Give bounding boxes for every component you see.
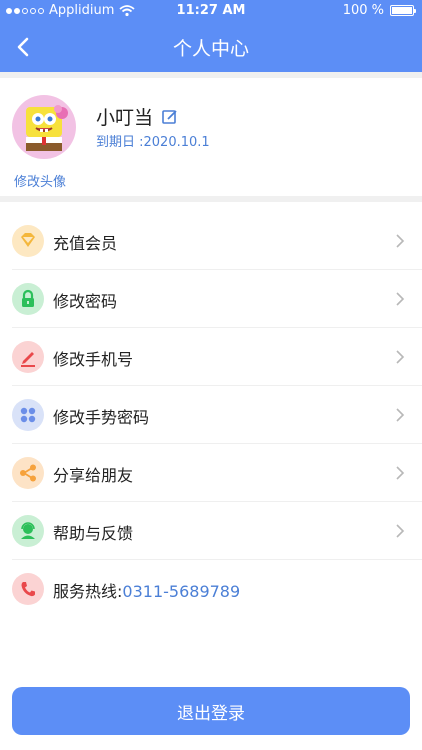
grid-dots-icon (12, 399, 44, 431)
section-divider (0, 196, 422, 202)
expire-date: 到期日 :2020.10.1 (96, 135, 210, 150)
nav-bar: 个人中心 (0, 22, 422, 72)
username: 小叮当 (96, 107, 154, 129)
hotline-number[interactable]: 0311-5689789 (122, 582, 240, 601)
menu-item-label: 分享给朋友 (53, 466, 134, 485)
phone-icon (12, 573, 44, 605)
hotline-label: 服务热线: (53, 582, 123, 601)
chevron-right-icon (396, 524, 405, 538)
avatar[interactable] (12, 95, 76, 159)
chevron-right-icon (396, 466, 405, 480)
menu-item-label: 帮助与反馈 (53, 524, 134, 543)
battery-group: 100 % (342, 3, 416, 18)
battery-icon (390, 5, 416, 16)
sponge-character-icon (26, 105, 68, 151)
settings-menu: 充值会员 修改密码 修改手机号 修改手势密码 分享给朋友 帮助与反馈 服务热线:… (0, 212, 422, 617)
username-row: 小叮当 (96, 103, 179, 130)
pen-icon (12, 341, 44, 373)
menu-item-recharge-vip[interactable]: 充值会员 (12, 212, 422, 270)
change-avatar-link[interactable]: 修改头像 (14, 171, 66, 190)
chevron-right-icon (396, 408, 405, 422)
page-title: 个人中心 (172, 38, 249, 60)
profile-section: 修改头像 小叮当 到期日 :2020.10.1 (0, 78, 422, 196)
share-icon (12, 457, 44, 489)
status-bar: Applidium 11:27 AM 100 % (0, 0, 422, 22)
chevron-right-icon (396, 292, 405, 306)
menu-item-label: 修改密码 (53, 292, 118, 311)
menu-item-help-feedback[interactable]: 帮助与反馈 (12, 502, 422, 560)
chevron-right-icon (396, 234, 405, 248)
menu-item-change-phone[interactable]: 修改手机号 (12, 328, 422, 386)
menu-item-change-password[interactable]: 修改密码 (12, 270, 422, 328)
lock-icon (12, 283, 44, 315)
logout-button[interactable]: 退出登录 (12, 687, 410, 735)
menu-item-change-gesture-password[interactable]: 修改手势密码 (12, 386, 422, 444)
support-icon (12, 515, 44, 547)
menu-item-label: 修改手机号 (53, 350, 134, 369)
menu-item-share[interactable]: 分享给朋友 (12, 444, 422, 502)
diamond-icon (12, 225, 44, 257)
menu-item-label: 充值会员 (53, 234, 118, 253)
chevron-right-icon (396, 350, 405, 364)
menu-item-label: 修改手势密码 (53, 408, 150, 427)
menu-item-hotline[interactable]: 服务热线:0311-5689789 (12, 560, 422, 617)
hotline-text: 服务热线:0311-5689789 (53, 578, 240, 602)
edit-icon[interactable] (161, 108, 179, 126)
battery-percent: 100 % (342, 3, 384, 18)
